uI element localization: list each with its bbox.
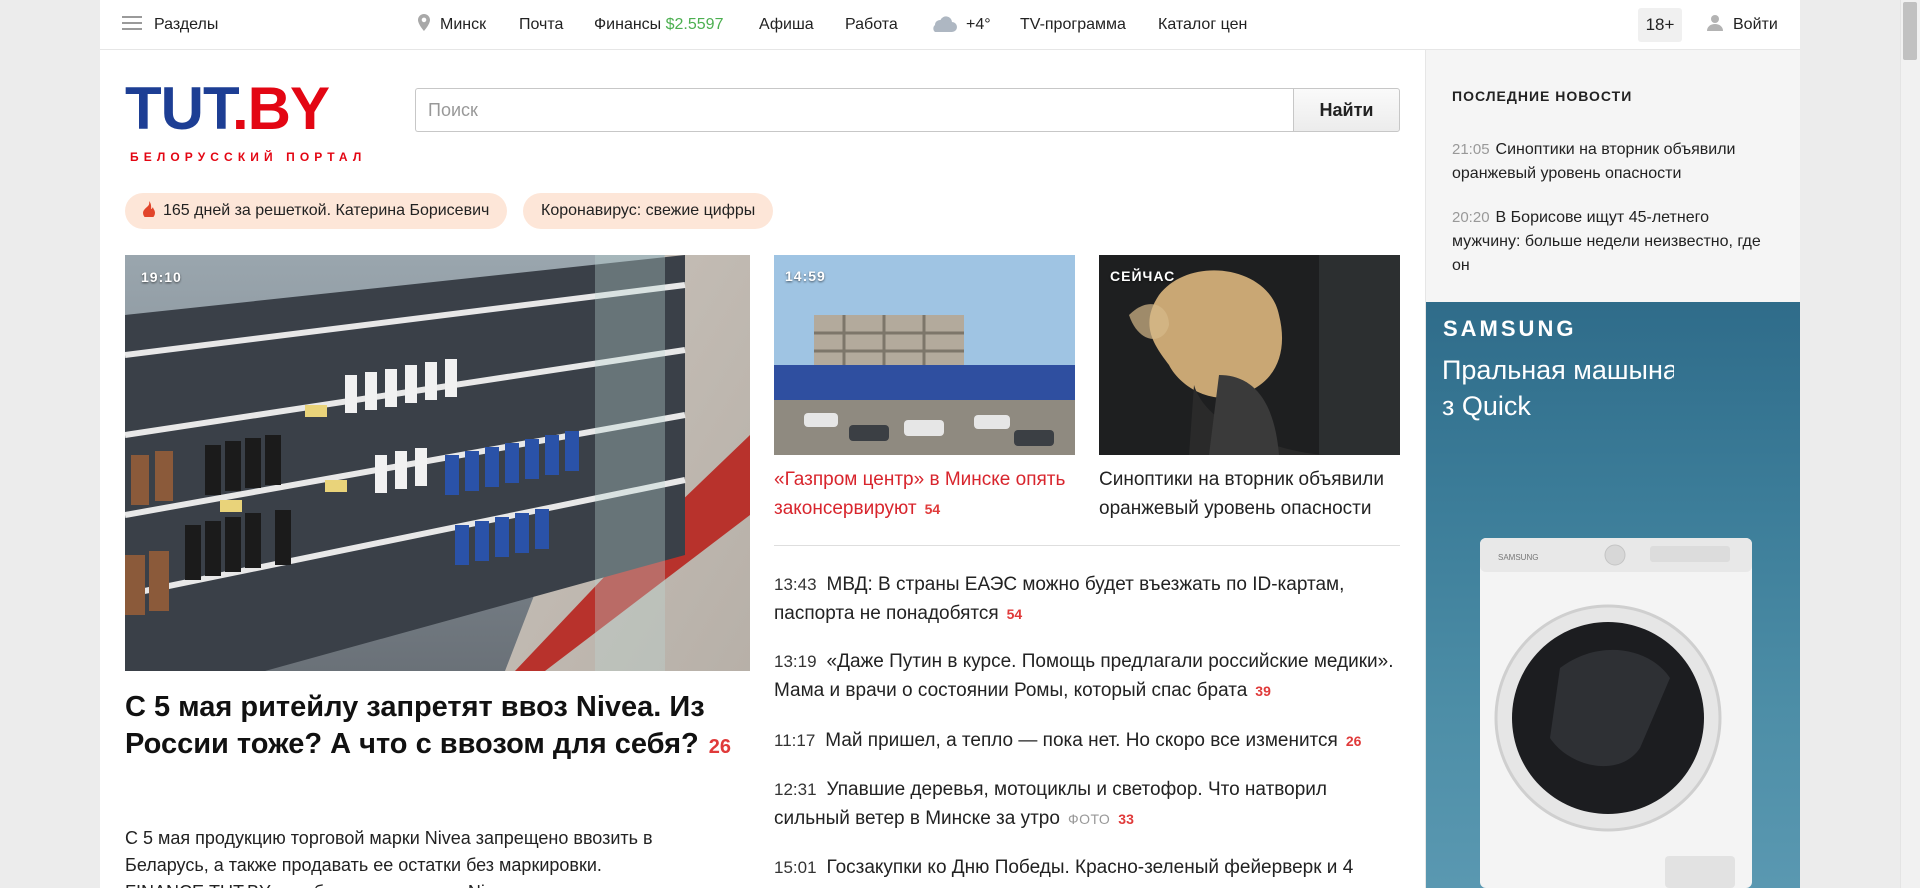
weather-link[interactable]: +4° — [930, 0, 991, 50]
woman-wind-photo — [1099, 255, 1400, 455]
card-title-text: «Газпром центр» в Минске опять законсерв… — [774, 469, 1066, 519]
news-item[interactable]: 12:31 Упавшие деревья, мотоциклы и светоф… — [774, 775, 1400, 834]
sections-label: Разделы — [154, 16, 219, 33]
divider — [774, 545, 1400, 546]
news-time: 13:19 — [774, 652, 817, 671]
login-label: Войти — [1733, 16, 1778, 33]
latest-news-title: Синоптики на вторник объявили оранжевый … — [1452, 141, 1736, 182]
latest-news-item[interactable]: 21:05 Синоптики на вторник объявили оранж… — [1452, 138, 1777, 186]
nav-prices-link[interactable]: Каталог цен — [1158, 0, 1247, 50]
news-time: 15:01 — [774, 858, 817, 877]
city-label: Минск — [440, 16, 487, 33]
pill-label: 165 дней за решеткой. Катерина Борисевич — [163, 202, 490, 219]
hamburger-icon — [122, 16, 142, 31]
nav-work-link[interactable]: Работа — [845, 0, 898, 50]
main-story-time: 19:10 — [141, 269, 182, 285]
washer-brand-text: SAMSUNG — [1498, 553, 1538, 562]
card-time: СЕЙЧАС — [1110, 268, 1176, 284]
store-shelves-photo — [125, 255, 750, 671]
nav-tv-link[interactable]: TV-программа — [1020, 0, 1126, 50]
story-card-image-weather[interactable]: СЕЙЧАС — [1099, 255, 1400, 455]
currency-rate: $2.5597 — [665, 16, 724, 33]
ad-headline-line2: з Quick — [1442, 391, 1531, 421]
sections-menu-button[interactable]: Разделы — [122, 0, 218, 50]
comment-count: 54 — [1006, 606, 1023, 622]
topic-pill-borisevich[interactable]: 165 дней за решеткой. Катерина Борисевич — [125, 193, 508, 229]
search-button[interactable]: Найти — [1293, 88, 1400, 132]
comment-count: 54 — [924, 501, 941, 517]
scrollbar-track[interactable] — [1900, 0, 1920, 888]
news-time: 11:17 — [774, 731, 816, 750]
news-title: «Даже Путин в курсе. Помощь предлагали р… — [774, 651, 1394, 701]
right-sidebar: ПОСЛЕДНИЕ НОВОСТИ 21:05 Синоптики на втор… — [1425, 50, 1800, 888]
news-time: 13:43 — [774, 575, 817, 594]
weather-value: +4° — [966, 16, 991, 33]
main-story-image[interactable]: 19:10 — [125, 255, 750, 671]
nav-afisha-link[interactable]: Афиша — [759, 0, 814, 50]
logo-tagline: БЕЛОРУССКИЙ ПОРТАЛ — [130, 150, 367, 164]
nav-mail-link[interactable]: Почта — [519, 0, 563, 50]
news-title: Май пришел, а тепло — пока нет. Но скоро… — [825, 730, 1338, 751]
comment-count: 33 — [1118, 811, 1134, 827]
construction-site-photo — [774, 255, 1075, 455]
logo-part-by: .BY — [231, 75, 330, 142]
finance-label: Финансы — [594, 16, 662, 33]
search-input[interactable] — [415, 88, 1293, 132]
topic-pill-coronavirus[interactable]: Коронавирус: свежие цифры — [523, 193, 774, 229]
cloud-icon — [933, 16, 957, 32]
comment-count: 26 — [1345, 733, 1362, 749]
ad-headline-line1: Пральная машына — [1442, 355, 1674, 385]
page: Разделы Минск Почта Финансы $2.5597 Афиш… — [100, 0, 1800, 888]
comment-count: 26 — [708, 736, 732, 758]
latest-news-item[interactable]: 20:20 В Борисове ищут 45-летнего мужчину:… — [1452, 206, 1777, 278]
news-item[interactable]: 13:19 «Даже Путин в курсе. Помощь предлаг… — [774, 647, 1400, 706]
news-title: МВД: В страны ЕАЭС можно будет въезжать … — [774, 574, 1345, 624]
nav-finance-link[interactable]: Финансы $2.5597 — [594, 0, 723, 50]
photo-tag: ФОТО — [1067, 811, 1111, 827]
ad-brand-logo: SAMSUNG — [1443, 316, 1577, 341]
story-card-title-gazprom[interactable]: «Газпром центр» в Минске опять законсерв… — [774, 465, 1075, 524]
news-item[interactable]: 11:17 Май пришел, а тепло — пока нет. Но … — [774, 726, 1400, 756]
news-item[interactable]: 15:01 Госзакупки ко Дню Победы. Красно-зе… — [774, 853, 1400, 882]
age-rating-badge: 18+ — [1638, 8, 1682, 42]
location-pin-icon — [418, 14, 430, 32]
news-time: 12:31 — [774, 780, 817, 799]
scrollbar-thumb[interactable] — [1903, 2, 1917, 60]
site-logo[interactable]: TUT.BY БЕЛОРУССКИЙ ПОРТАЛ — [125, 79, 390, 165]
main-story-title-text: С 5 мая ритейлу запретят ввоз Nivea. Из … — [125, 691, 705, 760]
main-story-lead: С 5 мая продукцию торговой марки Nivea з… — [125, 828, 653, 888]
main-story-title[interactable]: С 5 мая ритейлу запретят ввоз Nivea. Из … — [125, 689, 750, 766]
latest-news-time: 21:05 — [1452, 141, 1490, 158]
login-button[interactable]: Войти — [1707, 0, 1778, 50]
story-card-title-weather[interactable]: Синоптики на вторник объявили оранжевый … — [1099, 465, 1400, 523]
news-title: Госзакупки ко Дню Победы. Красно-зеленый… — [826, 857, 1354, 878]
latest-news-title: В Борисове ищут 45-летнего мужчину: боль… — [1452, 209, 1761, 274]
pill-label: Коронавирус: свежие цифры — [541, 202, 756, 219]
top-nav-bar: Разделы Минск Почта Финансы $2.5597 Афиш… — [100, 0, 1800, 50]
logo-wordmark: TUT.BY — [125, 79, 390, 139]
logo-part-tut: TUT — [125, 75, 233, 142]
story-card-image-gazprom[interactable]: 14:59 — [774, 255, 1075, 455]
comment-count: 39 — [1255, 683, 1271, 699]
flame-icon — [143, 200, 155, 217]
news-item[interactable]: 13:43 МВД: В страны ЕАЭС можно будет въез… — [774, 570, 1400, 629]
city-link[interactable]: Минск — [418, 0, 486, 50]
user-icon — [1707, 15, 1723, 32]
latest-news-heading: ПОСЛЕДНИЕ НОВОСТИ — [1452, 88, 1633, 104]
latest-news-time: 20:20 — [1452, 209, 1490, 226]
washing-machine-image: SAMSUNG — [1480, 538, 1752, 888]
ad-headline: Пральная машына з Quick — [1442, 352, 1674, 432]
card-time: 14:59 — [785, 268, 826, 284]
news-title: Упавшие деревья, мотоциклы и светофор. Ч… — [774, 779, 1327, 829]
advertisement-banner[interactable]: SAMSUNG Пральная машына з Quick SAMSUNG — [1426, 302, 1800, 888]
